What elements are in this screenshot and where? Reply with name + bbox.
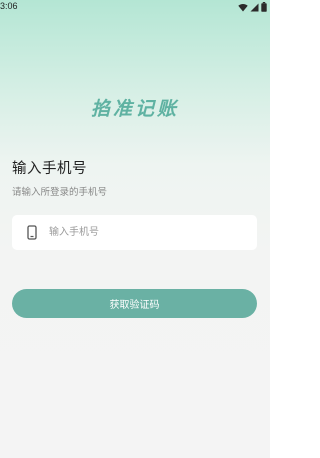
phone-input[interactable] — [49, 215, 249, 250]
page-title: 输入手机号 — [12, 161, 87, 177]
cellular-signal-icon — [250, 3, 259, 12]
login-screen: 3:06 掐准记账 输入手机号 请输入所登录的手机号 输入手机号 获取验证码 — [0, 0, 270, 458]
app-logo: 掐准记账 — [90, 98, 179, 120]
get-verification-code-button[interactable]: 获取验证码 — [12, 289, 257, 318]
status-icons — [238, 2, 267, 12]
get-verification-code-label: 获取验证码 — [109, 300, 160, 311]
page-subtitle: 请输入所登录的手机号 — [12, 187, 108, 198]
mobile-phone-icon — [27, 225, 37, 240]
status-bar: 3:06 — [0, 0, 270, 14]
battery-icon — [261, 2, 267, 12]
status-time: 3:06 — [0, 1, 18, 11]
phone-field[interactable] — [12, 215, 257, 250]
wifi-icon — [238, 3, 248, 12]
